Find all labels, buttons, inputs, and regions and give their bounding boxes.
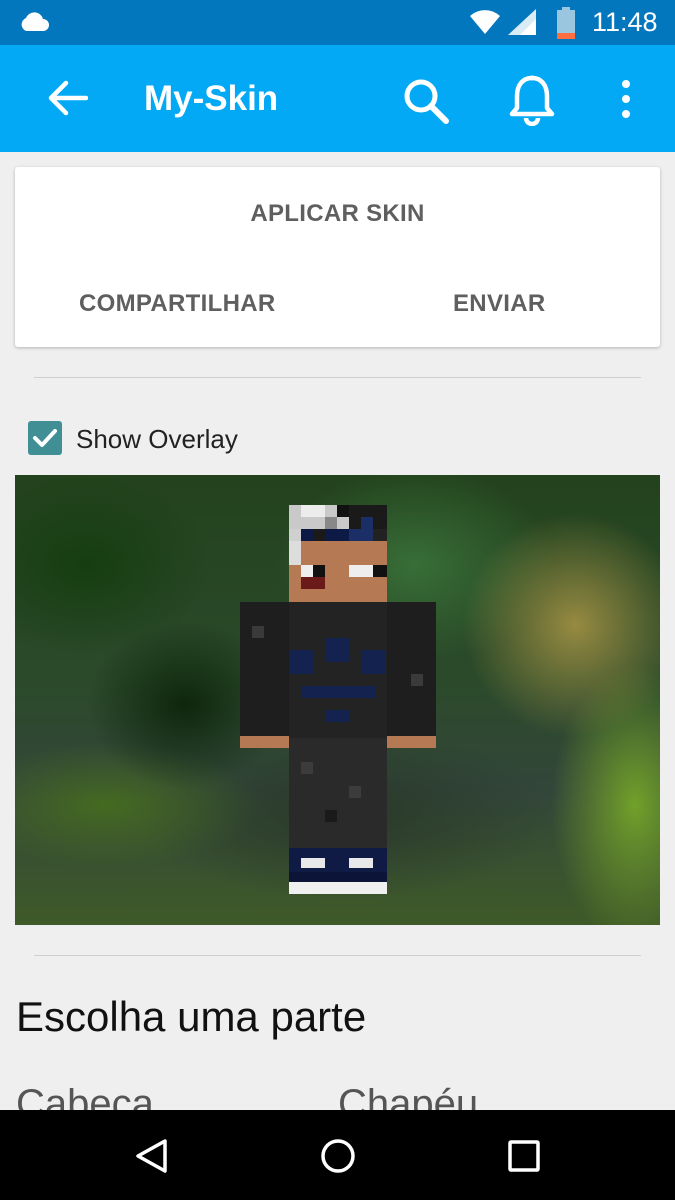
show-overlay-checkbox[interactable] (28, 421, 62, 455)
apply-skin-button[interactable]: APLICAR SKIN (15, 200, 660, 228)
parts-list: Cabeça Chapéu (0, 1082, 675, 1110)
part-head[interactable]: Cabeça (16, 1082, 154, 1110)
divider (34, 377, 641, 378)
cloud-icon (18, 10, 50, 37)
part-hat[interactable]: Chapéu (338, 1082, 478, 1110)
checkmark-icon (33, 429, 57, 447)
send-button[interactable]: ENVIAR (453, 290, 545, 318)
section-title: Escolha uma parte (16, 993, 367, 1040)
actions-card: APLICAR SKIN COMPARTILHAR ENVIAR (15, 167, 660, 347)
bell-icon[interactable] (508, 74, 556, 131)
clock-time: 11:48 (592, 7, 658, 37)
skin-preview[interactable] (15, 475, 660, 925)
divider (34, 955, 641, 956)
more-vert-icon[interactable] (616, 79, 636, 124)
back-arrow-icon[interactable] (46, 77, 89, 124)
skin-character (240, 505, 436, 894)
nav-home-icon[interactable] (320, 1138, 356, 1179)
signal-icon (508, 9, 536, 40)
status-bar: 11:48 (0, 0, 675, 45)
battery-icon (556, 7, 576, 44)
app-bar: My-Skin (0, 45, 675, 152)
nav-back-icon[interactable] (134, 1138, 168, 1179)
nav-recents-icon[interactable] (508, 1140, 540, 1177)
wifi-icon (470, 9, 500, 40)
search-icon[interactable] (402, 77, 450, 130)
share-button[interactable]: COMPARTILHAR (79, 290, 275, 318)
show-overlay-label: Show Overlay (76, 424, 238, 454)
app-title: My-Skin (144, 79, 279, 118)
navigation-bar (0, 1110, 675, 1200)
